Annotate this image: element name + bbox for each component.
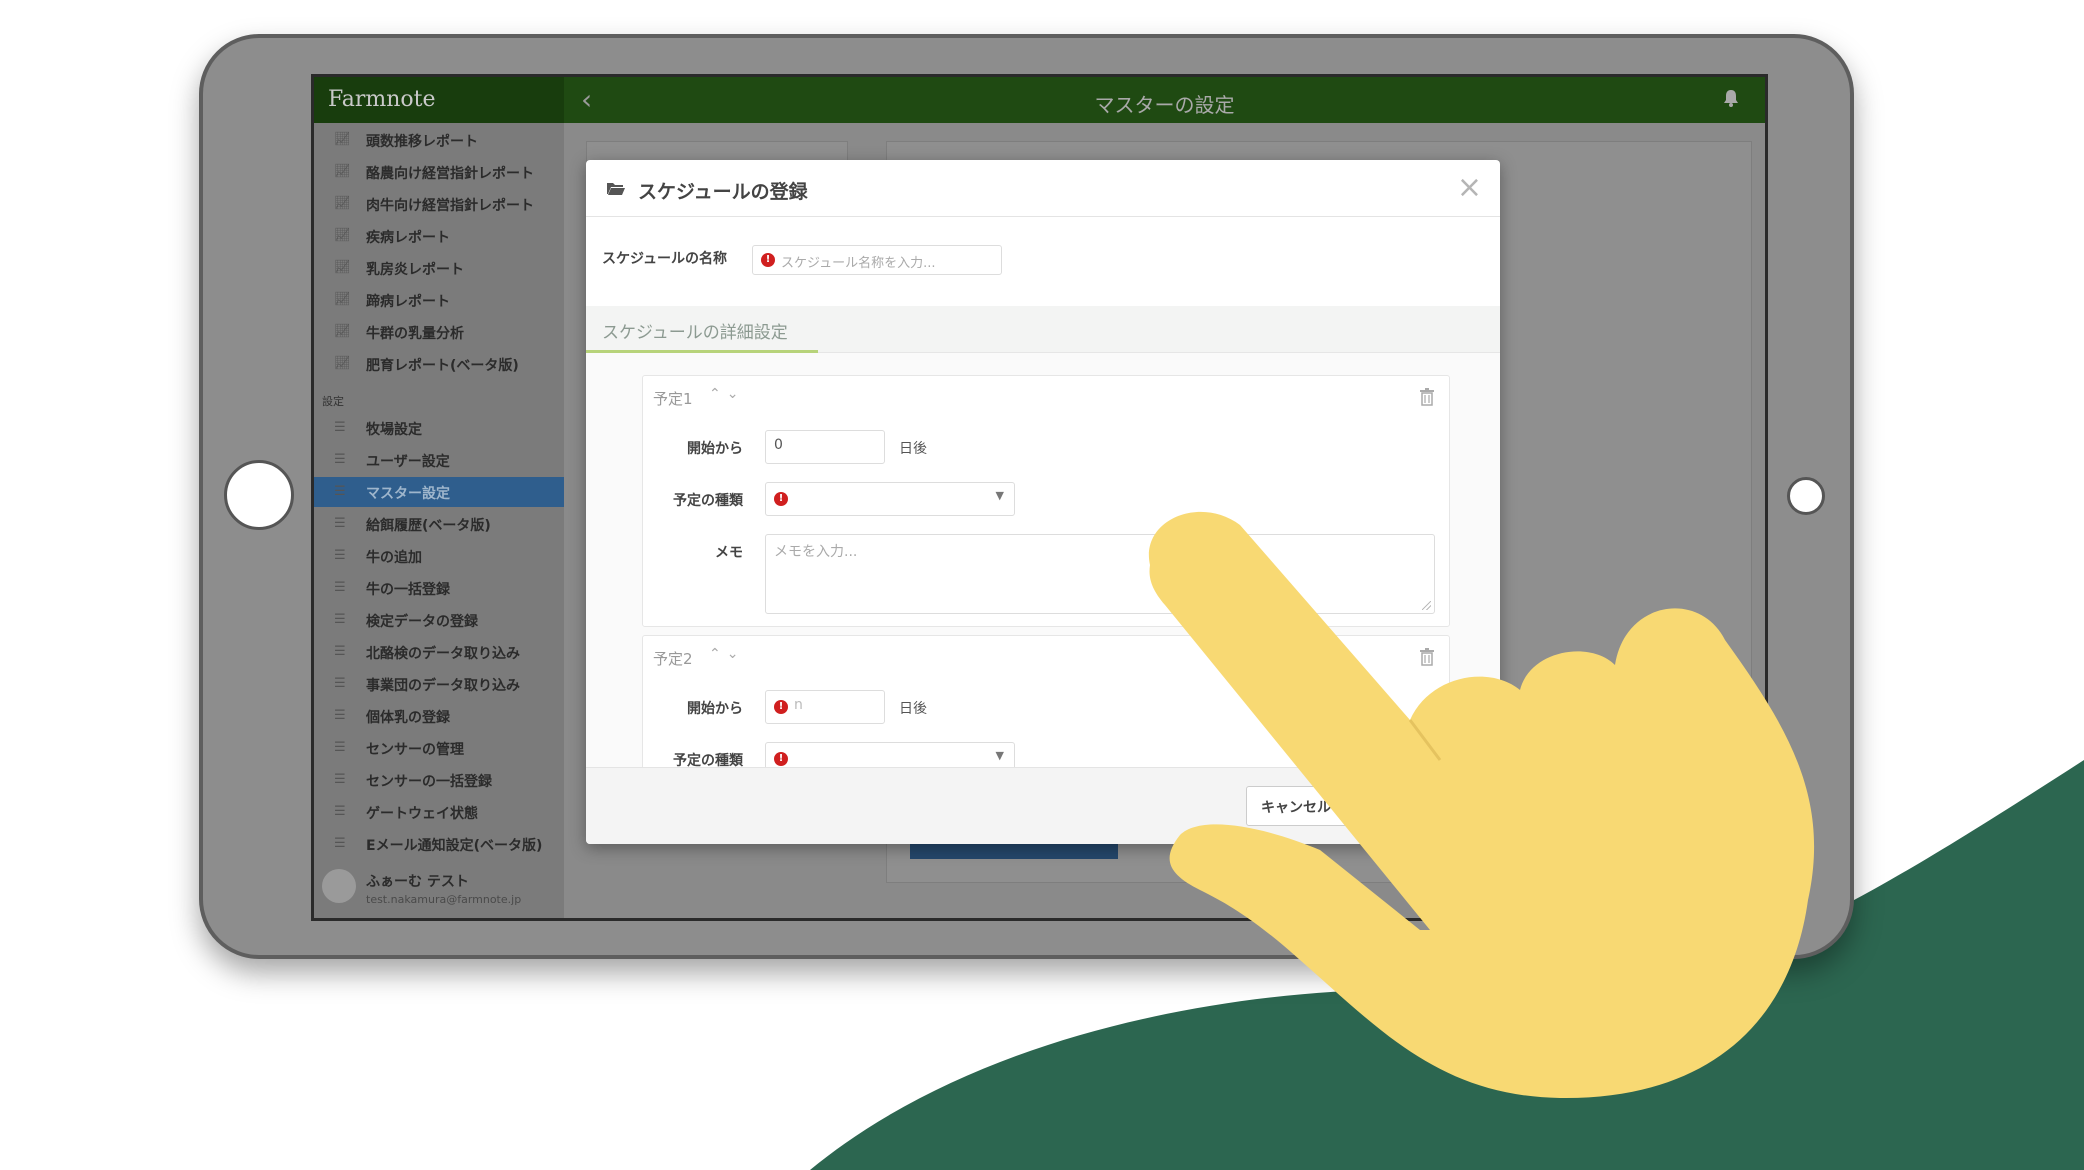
cancel-button[interactable]: キャンセル	[1246, 786, 1366, 826]
sidebar: 📈︎ 頭数推移レポート 📈︎ 酪農向け経営指針レポート 📈︎ 肉牛向け経営指針レポート…	[314, 123, 564, 918]
sidebar-item-report[interactable]: 📈︎ 蹄病レポート	[314, 285, 564, 315]
memo-label: メモ	[715, 545, 743, 561]
sliders-icon: ☰	[334, 580, 346, 595]
sidebar-item-report[interactable]: 📈︎ 牛群の乳量分析	[314, 317, 564, 347]
schedule-list: 予定1 ⌃⌄ 開始から 0 日後 予定の種類 ! ▼ メモ メモを入力... 予…	[586, 353, 1500, 767]
sliders-icon: ☰	[334, 612, 346, 627]
trash-icon[interactable]	[1419, 388, 1435, 406]
sliders-icon: ☰	[334, 740, 346, 755]
chart-line-icon: 📈︎	[334, 228, 351, 243]
schedule-name-placeholder: スケジュール名称を入力...	[781, 256, 936, 271]
sidebar-item-report[interactable]: 📈︎ 乳房炎レポート	[314, 253, 564, 283]
chevron-down-icon: ▼	[995, 489, 1004, 502]
error-icon: !	[761, 253, 775, 267]
reorder-arrows-icon[interactable]: ⌃⌄	[709, 386, 744, 402]
start-days-input[interactable]: ! n	[765, 690, 885, 724]
days-after-label: 日後	[899, 441, 927, 457]
error-icon: !	[774, 700, 788, 714]
schedule-title: 予定2	[653, 650, 693, 668]
page-title: マスターの設定	[1094, 93, 1235, 117]
sliders-icon: ☰	[334, 516, 346, 531]
sidebar-item-report[interactable]: 📈︎ 酪農向け経営指針レポート	[314, 157, 564, 187]
sliders-icon: ☰	[334, 836, 346, 851]
modal-header: スケジュールの登録 ×	[586, 160, 1500, 217]
sidebar-item-report[interactable]: 📈︎ 頭数推移レポート	[314, 125, 564, 155]
sidebar-item-setting[interactable]: ☰ 牧場設定	[314, 413, 564, 443]
sliders-icon: ☰	[334, 772, 346, 787]
sidebar-item-setting[interactable]: ☰ センサーの一括登録	[314, 765, 564, 795]
start-days-input[interactable]: 0	[765, 430, 885, 464]
sliders-icon: ☰	[334, 644, 346, 659]
chart-line-icon: 📈︎	[334, 356, 351, 371]
sidebar-item-setting[interactable]: ☰ 牛の一括登録	[314, 573, 564, 603]
sliders-icon: ☰	[334, 804, 346, 819]
resize-handle-icon[interactable]	[1422, 601, 1431, 610]
sidebar-item-setting[interactable]: ☰ ゲートウェイ状態	[314, 797, 564, 827]
sidebar-item-setting[interactable]: ☰ Eメール通知設定(ベータ版)	[314, 829, 564, 859]
chart-line-icon: 📈︎	[334, 196, 351, 211]
memo-textarea[interactable]: メモを入力...	[765, 534, 1435, 614]
user-email: test.nakamura@farmnote.jp	[366, 893, 522, 906]
sidebar-item-setting[interactable]: ☰ 北酪検のデータ取り込み	[314, 637, 564, 667]
schedule-name-input[interactable]: ! スケジュール名称を入力...	[752, 245, 1002, 275]
start-from-label: 開始から	[687, 441, 743, 457]
sliders-icon: ☰	[334, 484, 346, 499]
schedule-name-label: スケジュールの名称	[602, 251, 728, 267]
sliders-icon: ☰	[334, 420, 346, 435]
sidebar-item-setting[interactable]: ☰ 給餌履歴(ベータ版)	[314, 509, 564, 539]
sliders-icon: ☰	[334, 708, 346, 723]
schedule-type-label: 予定の種類	[673, 753, 743, 767]
error-icon: !	[774, 492, 788, 506]
schedule-card: 予定1 ⌃⌄ 開始から 0 日後 予定の種類 ! ▼ メモ メモを入力...	[642, 375, 1450, 627]
tab-schedule-details[interactable]: スケジュールの詳細設定	[602, 318, 788, 343]
schedule-type-select[interactable]: ! ▼	[765, 742, 1015, 767]
schedule-type-label: 予定の種類	[673, 493, 743, 509]
modal-footer: キャンセル	[586, 767, 1500, 844]
sidebar-item-master-setting[interactable]: ☰ マスター設定	[314, 477, 564, 507]
schedule-register-modal: スケジュールの登録 × スケジュールの名称 ! スケジュール名称を入力... ス…	[586, 160, 1500, 844]
schedule-title: 予定1	[653, 390, 693, 408]
sidebar-section-label: 設定	[322, 395, 344, 408]
sidebar-item-setting[interactable]: ☰ 牛の追加	[314, 541, 564, 571]
sidebar-item-setting[interactable]: ☰ 検定データの登録	[314, 605, 564, 635]
sidebar-item-report[interactable]: 📈︎ 肥育レポート(ベータ版)	[314, 349, 564, 379]
sidebar-item-setting[interactable]: ☰ ユーザー設定	[314, 445, 564, 475]
top-bar: Farmnote ‹ マスターの設定	[314, 77, 1765, 123]
chart-line-icon: 📈︎	[334, 132, 351, 147]
days-after-label: 日後	[899, 701, 927, 717]
sliders-icon: ☰	[334, 676, 346, 691]
bell-icon[interactable]	[1723, 89, 1739, 107]
user-avatar[interactable]	[322, 869, 356, 903]
sidebar-item-setting[interactable]: ☰ 事業団のデータ取り込み	[314, 669, 564, 699]
close-icon[interactable]: ×	[1457, 170, 1482, 205]
user-name[interactable]: ふぁーむ テスト	[366, 871, 469, 891]
sliders-icon: ☰	[334, 452, 346, 467]
tablet-camera	[1787, 477, 1825, 515]
chart-line-icon: 📈︎	[334, 164, 351, 179]
chart-line-icon: 📈︎	[334, 324, 351, 339]
sidebar-item-report[interactable]: 📈︎ 疾病レポート	[314, 221, 564, 251]
sidebar-item-setting[interactable]: ☰ 個体乳の登録	[314, 701, 564, 731]
start-from-label: 開始から	[687, 701, 743, 717]
chart-line-icon: 📈︎	[334, 292, 351, 307]
sidebar-item-setting[interactable]: ☰ センサーの管理	[314, 733, 564, 763]
tablet-home-button	[224, 460, 294, 530]
trash-icon[interactable]	[1419, 648, 1435, 666]
reorder-arrows-icon[interactable]: ⌃⌄	[709, 646, 744, 662]
section-tab-bar: スケジュールの詳細設定	[586, 306, 1500, 353]
sliders-icon: ☰	[334, 548, 346, 563]
schedule-type-select[interactable]: ! ▼	[765, 482, 1015, 516]
modal-title: スケジュールの登録	[638, 181, 808, 203]
sidebar-item-report[interactable]: 📈︎ 肉牛向け経営指針レポート	[314, 189, 564, 219]
schedule-card: 予定2 ⌃⌄ 開始から ! n 日後 予定の種類 ! ▼	[642, 635, 1450, 767]
folder-open-icon	[607, 183, 625, 195]
chart-line-icon: 📈︎	[334, 260, 351, 275]
chevron-down-icon: ▼	[995, 749, 1004, 762]
error-icon: !	[774, 752, 788, 766]
